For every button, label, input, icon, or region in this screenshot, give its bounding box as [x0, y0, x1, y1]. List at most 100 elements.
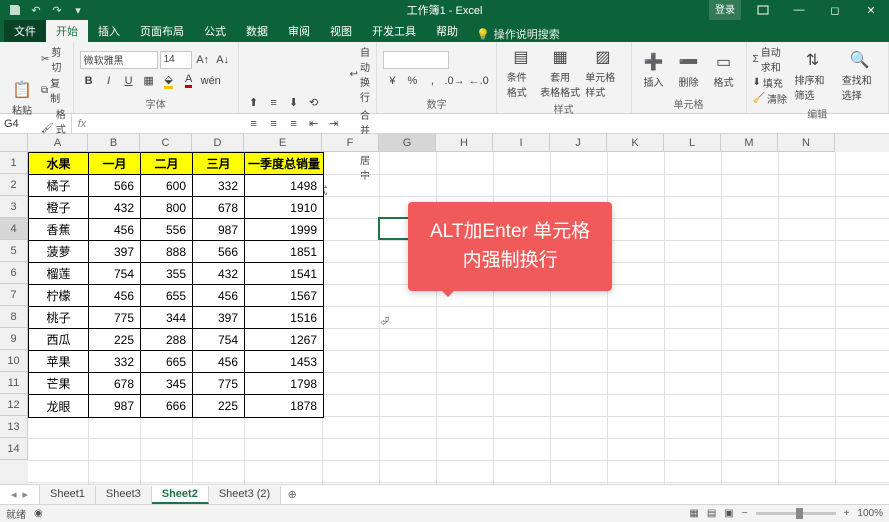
sort-filter-button[interactable]: ⇅排序和筛选	[790, 47, 834, 104]
row-header-5[interactable]: 5	[0, 240, 28, 262]
align-top-button[interactable]: ⬆	[245, 94, 263, 112]
table-cell[interactable]: 苹果	[29, 351, 89, 373]
row-header-1[interactable]: 1	[0, 152, 28, 174]
tab-file[interactable]: 文件	[4, 20, 46, 42]
table-cell[interactable]: 1798	[245, 373, 323, 395]
table-format-button[interactable]: ▦套用 表格格式	[542, 44, 578, 101]
minimize-icon[interactable]: —	[781, 0, 817, 20]
delete-cells-button[interactable]: ➖删除	[673, 49, 705, 91]
view-break-icon[interactable]: ▣	[724, 508, 733, 519]
nav-next-icon[interactable]: ▸	[23, 488, 29, 501]
table-cell[interactable]: 456	[193, 285, 245, 307]
table-cell[interactable]: 355	[141, 263, 193, 285]
table-cell[interactable]: 1541	[245, 263, 323, 285]
sheet-tab[interactable]: Sheet3	[96, 486, 152, 504]
ribbon-options-icon[interactable]	[745, 0, 781, 20]
table-cell[interactable]: 665	[141, 351, 193, 373]
table-cell[interactable]: 775	[193, 373, 245, 395]
table-cell[interactable]: 1567	[245, 285, 323, 307]
font-color-button[interactable]: A	[180, 72, 198, 90]
table-cell[interactable]: 菠萝	[29, 241, 89, 263]
number-format-combo[interactable]	[383, 51, 449, 69]
row-header-13[interactable]: 13	[0, 416, 28, 438]
clear-button[interactable]: 🧹清除	[753, 91, 788, 106]
table-cell[interactable]: 332	[193, 175, 245, 197]
table-cell[interactable]: 678	[89, 373, 141, 395]
row-header-10[interactable]: 10	[0, 350, 28, 372]
table-cell[interactable]: 655	[141, 285, 193, 307]
font-name-combo[interactable]: 微软雅黑	[80, 51, 158, 69]
table-cell[interactable]: 288	[141, 329, 193, 351]
table-cell[interactable]: 678	[193, 197, 245, 219]
table-cell[interactable]: 566	[193, 241, 245, 263]
table-cell[interactable]: 775	[89, 307, 141, 329]
autosum-button[interactable]: Σ自动求和	[753, 44, 788, 74]
table-cell[interactable]: 橙子	[29, 197, 89, 219]
cond-format-button[interactable]: ▤条件格式	[503, 44, 539, 101]
col-header-H[interactable]: H	[436, 134, 493, 152]
bold-button[interactable]: B	[80, 72, 98, 90]
redo-icon[interactable]: ↷	[48, 2, 66, 18]
row-header-7[interactable]: 7	[0, 284, 28, 306]
border-button[interactable]: ▦	[140, 72, 158, 90]
table-cell[interactable]: 345	[141, 373, 193, 395]
table-cell[interactable]: 987	[89, 395, 141, 417]
table-cell[interactable]: 397	[89, 241, 141, 263]
comma-button[interactable]: ,	[423, 72, 441, 90]
table-cell[interactable]: 西瓜	[29, 329, 89, 351]
tab-formulas[interactable]: 公式	[194, 20, 236, 42]
grow-font-button[interactable]: A↑	[194, 51, 212, 69]
wrap-text-button[interactable]: ↩自动换行	[350, 44, 371, 104]
row-header-11[interactable]: 11	[0, 372, 28, 394]
tab-help[interactable]: 帮助	[426, 20, 468, 42]
table-cell[interactable]: 香蕉	[29, 219, 89, 241]
table-cell[interactable]: 1267	[245, 329, 323, 351]
cells-area[interactable]: 水果一月二月三月一季度总销量橘子5666003321498橙子432800678…	[28, 152, 889, 484]
record-macro-icon[interactable]: ◉	[34, 508, 43, 519]
close-icon[interactable]: ✕	[853, 0, 889, 20]
sheet-tab[interactable]: Sheet3 (2)	[209, 486, 281, 504]
col-header-E[interactable]: E	[244, 134, 322, 152]
table-cell[interactable]: 1453	[245, 351, 323, 373]
fill-color-button[interactable]: ⬙	[160, 72, 178, 90]
orientation-button[interactable]: ⟲	[305, 94, 323, 112]
tab-layout[interactable]: 页面布局	[130, 20, 194, 42]
tab-dev[interactable]: 开发工具	[362, 20, 426, 42]
sheet-tab[interactable]: Sheet1	[40, 486, 96, 504]
table-cell[interactable]: 332	[89, 351, 141, 373]
table-cell[interactable]: 754	[193, 329, 245, 351]
currency-button[interactable]: ¥	[383, 72, 401, 90]
col-header-J[interactable]: J	[550, 134, 607, 152]
col-header-K[interactable]: K	[607, 134, 664, 152]
fill-button[interactable]: ⬇填充	[753, 75, 788, 90]
tab-view[interactable]: 视图	[320, 20, 362, 42]
table-cell[interactable]: 666	[141, 395, 193, 417]
align-bottom-button[interactable]: ⬇	[285, 94, 303, 112]
indent-dec-button[interactable]: ⇤	[305, 115, 323, 133]
shrink-font-button[interactable]: A↓	[214, 51, 232, 69]
indent-inc-button[interactable]: ⇥	[325, 115, 343, 133]
table-cell[interactable]: 456	[89, 219, 141, 241]
copy-button[interactable]: ⧉复制	[41, 75, 67, 105]
col-header-N[interactable]: N	[778, 134, 835, 152]
zoom-out-button[interactable]: −	[742, 508, 748, 519]
table-cell[interactable]: 556	[141, 219, 193, 241]
table-cell[interactable]: 432	[193, 263, 245, 285]
table-header[interactable]: 二月	[141, 153, 193, 175]
row-header-9[interactable]: 9	[0, 328, 28, 350]
col-header-A[interactable]: A	[28, 134, 88, 152]
add-sheet-button[interactable]: ⊕	[281, 488, 303, 501]
view-normal-icon[interactable]: ▦	[689, 508, 698, 519]
qat-dropdown-icon[interactable]: ▾	[69, 2, 87, 18]
table-cell[interactable]: 800	[141, 197, 193, 219]
table-cell[interactable]: 桃子	[29, 307, 89, 329]
cell-styles-button[interactable]: ▨单元格样式	[581, 44, 624, 101]
table-header[interactable]: 一月	[89, 153, 141, 175]
save-icon[interactable]	[6, 2, 24, 18]
table-cell[interactable]: 芒果	[29, 373, 89, 395]
tab-insert[interactable]: 插入	[88, 20, 130, 42]
cut-button[interactable]: ✂剪切	[41, 44, 67, 74]
fx-icon[interactable]: fx	[72, 118, 92, 130]
table-cell[interactable]: 225	[89, 329, 141, 351]
nav-prev-icon[interactable]: ◂	[11, 488, 17, 501]
